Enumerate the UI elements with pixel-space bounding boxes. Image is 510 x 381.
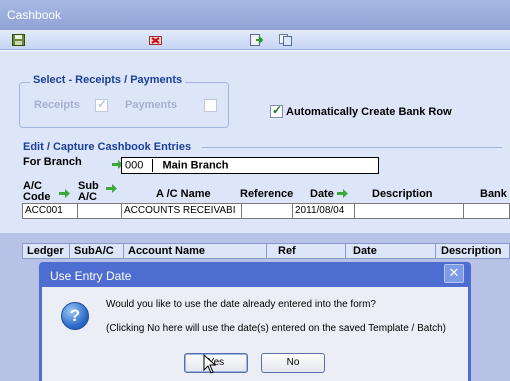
branch-code: 000 xyxy=(125,159,144,172)
ac-name-header: A /C Name xyxy=(156,188,211,200)
arrow-right-icon xyxy=(337,189,348,198)
mouse-cursor-icon xyxy=(203,354,217,374)
grid-col-suba-c[interactable]: SubA/C xyxy=(74,245,114,257)
branch-field[interactable]: 000 Main Branch xyxy=(121,157,379,174)
select-group-title: Select - Receipts / Payments xyxy=(30,74,186,86)
delete-icon[interactable] xyxy=(149,34,162,46)
use-entry-date-dialog: Use Entry Date ✕ ? Would you like to use… xyxy=(39,262,471,381)
ac-code-header-line2: Code xyxy=(23,191,51,203)
dialog-message-line1: Would you like to use the date already e… xyxy=(106,299,376,310)
sub-ac-input[interactable] xyxy=(77,203,122,219)
no-button[interactable]: No xyxy=(261,353,325,373)
ac-code-input[interactable]: ACC001 xyxy=(22,203,78,219)
auto-bank-row-checkbox[interactable]: ✓ xyxy=(270,103,283,118)
grid-col-ref[interactable]: Ref xyxy=(278,245,296,257)
dialog-body: ? Would you like to use the date already… xyxy=(42,287,468,381)
payments-checkbox[interactable] xyxy=(204,99,217,112)
bank-header: Bank xyxy=(480,188,507,200)
bank-input[interactable] xyxy=(463,203,510,219)
copy-icon[interactable] xyxy=(279,34,292,46)
receipts-label: Receipts xyxy=(34,99,80,111)
description-header: Description xyxy=(372,188,433,200)
arrow-right-icon xyxy=(106,184,117,193)
branch-name: Main Branch xyxy=(162,159,229,172)
save-icon[interactable] xyxy=(12,34,25,46)
payments-label: Payments xyxy=(125,99,177,111)
date-header: Date xyxy=(310,188,334,200)
toolbar xyxy=(0,30,510,50)
ac-name-input[interactable]: ACCOUNTS RECEIVABI xyxy=(121,203,242,219)
export-icon[interactable] xyxy=(250,34,263,46)
receipts-checkbox[interactable]: ✓ xyxy=(95,97,108,112)
sub-ac-header-line2: A/C xyxy=(78,191,97,203)
date-input[interactable]: 2011/08/04 xyxy=(292,203,355,219)
grid-col-description[interactable]: Description xyxy=(441,245,502,257)
arrow-right-icon xyxy=(59,189,70,198)
close-icon[interactable]: ✕ xyxy=(444,264,464,283)
edit-capture-title: Edit / Capture Cashbook Entries xyxy=(23,141,192,153)
window-title: Cashbook xyxy=(7,8,62,22)
reference-input[interactable] xyxy=(241,203,293,219)
reference-header: Reference xyxy=(240,188,294,200)
for-branch-label: For Branch xyxy=(23,156,82,168)
description-input[interactable] xyxy=(354,203,464,219)
grid-col-date[interactable]: Date xyxy=(353,245,377,257)
question-icon: ? xyxy=(61,302,89,330)
ledger-grid-header: Ledger SubA/C Account Name Ref Date Desc… xyxy=(22,243,510,259)
dialog-message-line2: (Clicking No here will use the date(s) e… xyxy=(106,323,446,334)
auto-bank-row-label: Automatically Create Bank Row xyxy=(286,106,452,118)
window-title-bar: Cashbook xyxy=(0,0,510,30)
grid-col-ledger[interactable]: Ledger xyxy=(27,245,64,257)
section-divider xyxy=(202,147,502,148)
grid-col-account-name[interactable]: Account Name xyxy=(128,245,205,257)
dialog-title: Use Entry Date xyxy=(50,269,132,283)
